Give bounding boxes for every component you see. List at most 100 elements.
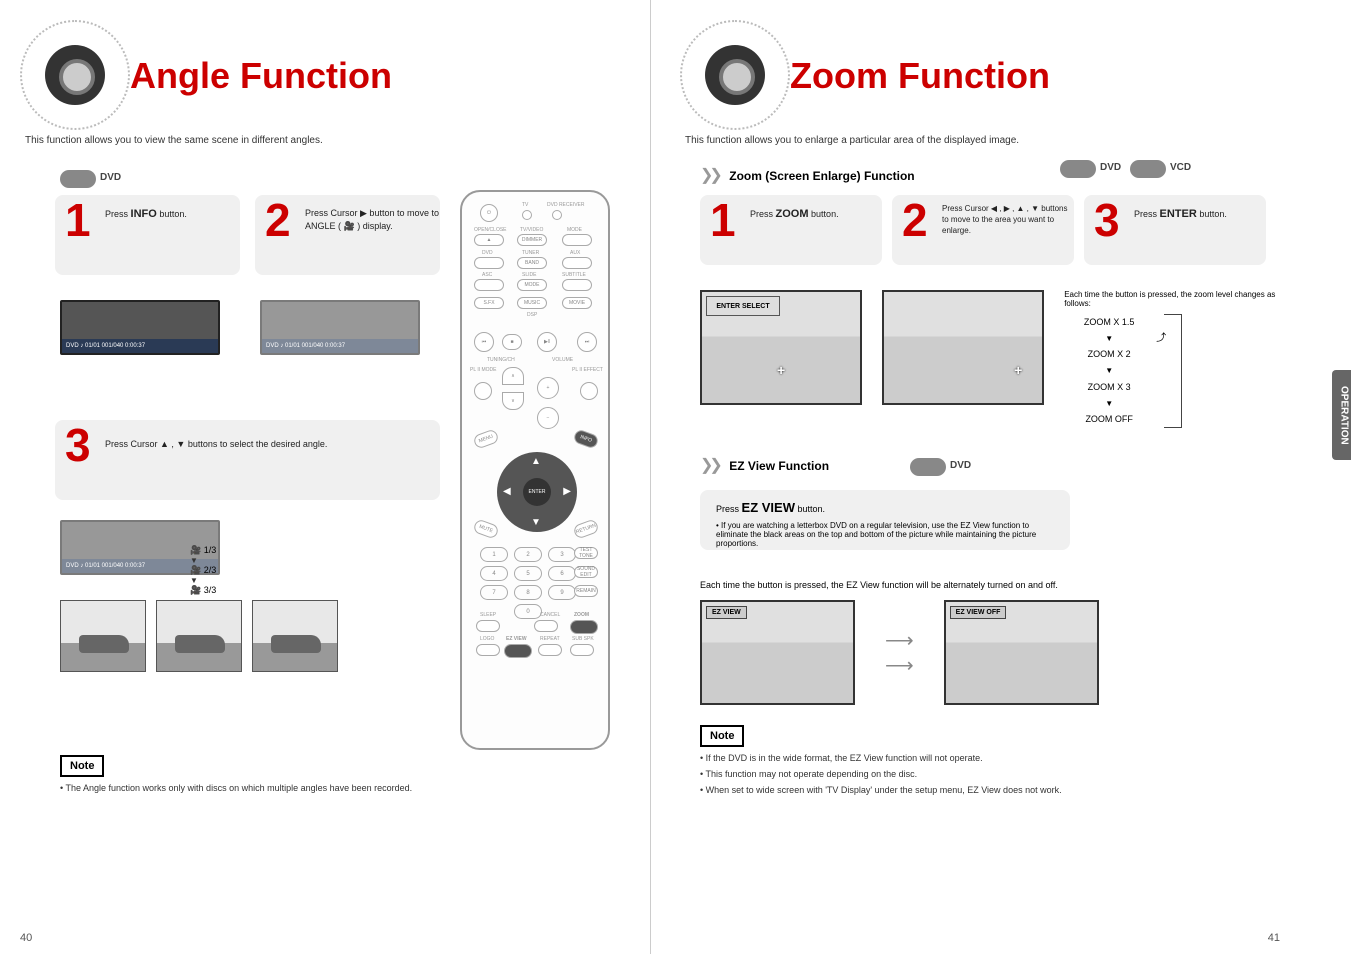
- ez-thumb-row: EZ VIEW ⟶⟶ EZ VIEW OFF: [700, 600, 1280, 705]
- sleep-label: SLEEP: [480, 612, 496, 618]
- key-9[interactable]: 9: [548, 585, 576, 600]
- note-section-right: Note • If the DVD is in the wide format,…: [700, 725, 1280, 795]
- dvd-button[interactable]: [474, 257, 504, 269]
- zoom-opt-3: ZOOM X 3: [1064, 379, 1154, 396]
- subspk-button[interactable]: [570, 644, 594, 656]
- zs3-post: button.: [1199, 209, 1227, 219]
- key-7[interactable]: 7: [480, 585, 508, 600]
- return-button[interactable]: RETURN: [572, 518, 599, 539]
- repeat-label: REPEAT: [540, 636, 560, 642]
- chevron-down-icon: ▼: [190, 576, 216, 585]
- header-right: Zoom Function: [660, 0, 1300, 140]
- plus-icon: +: [1014, 362, 1022, 378]
- subtitle-button[interactable]: [562, 279, 592, 291]
- pill-icon: [1060, 160, 1096, 178]
- movie-button[interactable]: MOVIE: [562, 297, 592, 309]
- zoom-thumb-1: ENTER SELECT +: [700, 290, 862, 405]
- play-pause-button[interactable]: ▶‖: [537, 332, 557, 352]
- zoom-thumb-2: +: [882, 290, 1044, 405]
- dvd-badge: DVD: [100, 172, 121, 183]
- dvdrec-label: DVD RECEIVER: [547, 202, 585, 208]
- menu-button[interactable]: MENU: [472, 428, 499, 449]
- pliimode-label: PL II MODE: [470, 367, 497, 373]
- chevron-down-icon: ▼: [1064, 331, 1154, 346]
- vol-minus-button[interactable]: −: [537, 407, 559, 429]
- cancel-label: CANCEL: [540, 612, 560, 618]
- ez-step-box: Press EZ VIEW button. • If you are watch…: [700, 490, 1070, 550]
- dpad-left-button[interactable]: ◀: [503, 486, 511, 497]
- zoom-section-header: ❯❯ Zoom (Screen Enlarge) Function: [700, 165, 915, 185]
- key-2[interactable]: 2: [514, 547, 542, 562]
- ez-step-pre: Press: [716, 504, 739, 514]
- key-4[interactable]: 4: [480, 566, 508, 581]
- step-1-bold: INFO: [131, 208, 157, 220]
- zoom-label: ZOOM: [574, 612, 589, 618]
- key-5[interactable]: 5: [514, 566, 542, 581]
- title-right: Zoom Function: [790, 55, 1050, 97]
- enter-button[interactable]: ENTER: [523, 478, 551, 506]
- logo-button[interactable]: [476, 644, 500, 656]
- vol-plus-button[interactable]: +: [537, 377, 559, 399]
- remain-button[interactable]: REMAIN: [574, 585, 598, 597]
- zoom-step-2: 2 Press Cursor ◀ , ▶ , ▲ , ▼ buttons to …: [892, 195, 1074, 265]
- osd-thumb-1: DVD ♪ 01/01 001/040 0:00:37: [60, 300, 220, 355]
- note-badge: Note: [60, 755, 104, 777]
- dpad-down-button[interactable]: ▼: [531, 517, 541, 528]
- plii-effect-button[interactable]: [580, 382, 598, 400]
- step-2-box: 2 Press Cursor ▶ button to move to ANGLE…: [255, 195, 440, 275]
- header-left: Angle Function: [0, 0, 640, 140]
- ez-sub-note: • If you are watching a letterbox DVD on…: [716, 521, 1054, 548]
- step-2-line-end: ) display.: [357, 221, 392, 231]
- cancel-button[interactable]: [534, 620, 558, 632]
- note-text-r2: • This function may not operate dependin…: [700, 769, 1280, 779]
- zoom-step2-text: Press Cursor ◀ , ▶ , ▲ , ▼ buttons to mo…: [942, 203, 1074, 237]
- logo-label: LOGO: [480, 636, 494, 642]
- mode-button[interactable]: [562, 234, 592, 246]
- ch-up-button[interactable]: ∧: [502, 367, 524, 385]
- pill-icon: [1130, 160, 1166, 178]
- tv-video-button[interactable]: DIMMER: [517, 234, 547, 246]
- sleep-button[interactable]: [476, 620, 500, 632]
- key-6[interactable]: 6: [548, 566, 576, 581]
- power-button[interactable]: ⏻: [480, 204, 498, 222]
- zoom-step3-text: Press ENTER button.: [1134, 207, 1227, 222]
- aux-button[interactable]: [562, 257, 592, 269]
- speaker-decor-icon: [680, 20, 790, 130]
- music-button[interactable]: MUSIC: [517, 297, 547, 309]
- subtitle-label: SUBTITLE: [562, 272, 586, 278]
- dpad-up-button[interactable]: ▲: [531, 456, 541, 467]
- next-button[interactable]: ⏭: [577, 332, 597, 352]
- tuner-button[interactable]: BAND: [517, 257, 547, 269]
- stop-button[interactable]: ■: [502, 334, 522, 350]
- zs1-post: button.: [811, 209, 839, 219]
- plus-icon: +: [777, 362, 785, 378]
- key-8[interactable]: 8: [514, 585, 542, 600]
- open-close-button[interactable]: ▲: [474, 234, 504, 246]
- zoom-thumb-row: ENTER SELECT + + Each time the button is…: [700, 290, 1300, 428]
- tv-label: TV: [522, 202, 528, 208]
- asc-button[interactable]: [474, 279, 504, 291]
- repeat-button[interactable]: [538, 644, 562, 656]
- note-text-r1: • If the DVD is in the wide format, the …: [700, 753, 1280, 763]
- note-section-left: Note • The Angle function works only wit…: [60, 755, 412, 793]
- slide-button[interactable]: MODE: [517, 279, 547, 291]
- key-1[interactable]: 1: [480, 547, 508, 562]
- info-button[interactable]: INFO: [572, 428, 599, 449]
- enter-select-overlay: ENTER SELECT: [706, 296, 780, 316]
- dpad-right-button[interactable]: ▶: [563, 486, 571, 497]
- slide-label: SLIDE: [522, 272, 536, 278]
- ch-down-button[interactable]: ∨: [502, 392, 524, 410]
- ezview-button[interactable]: [504, 644, 532, 658]
- key-0[interactable]: 0: [514, 604, 542, 619]
- testtone-button[interactable]: TEST TONE: [574, 547, 598, 559]
- mute-button[interactable]: MUTE: [472, 518, 499, 539]
- soundedit-button[interactable]: SOUND EDIT: [574, 566, 598, 578]
- prev-button[interactable]: ⏮: [474, 332, 494, 352]
- zoom-button[interactable]: [570, 620, 598, 634]
- key-3[interactable]: 3: [548, 547, 576, 562]
- volume-label: VOLUME: [552, 357, 573, 363]
- plii-mode-button[interactable]: [474, 382, 492, 400]
- zoom-options-block: Each time the button is pressed, the zoo…: [1064, 290, 1300, 428]
- vcd-badge-right: VCD: [1170, 162, 1191, 173]
- sfx-button[interactable]: S.FX: [474, 297, 504, 309]
